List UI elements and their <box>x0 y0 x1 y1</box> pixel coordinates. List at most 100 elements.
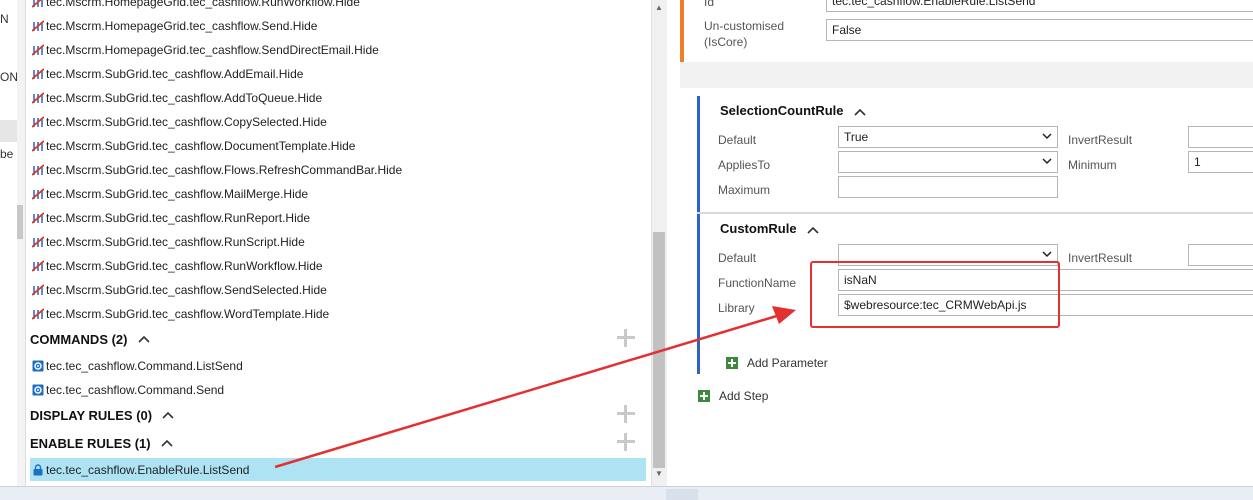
hide-rule-icon <box>32 212 44 224</box>
add-command-button[interactable] <box>617 329 635 347</box>
header-separator <box>680 62 1253 88</box>
uncustomised-select[interactable]: False <box>826 19 1253 41</box>
left-scroll-thumb[interactable] <box>17 205 23 239</box>
lock-icon <box>33 463 43 475</box>
left-fragment: be <box>0 147 14 161</box>
hide-rule-item[interactable]: tec.Mscrm.SubGrid.tec_cashflow.RunReport… <box>32 206 310 230</box>
hide-rule-icon <box>32 68 44 80</box>
hide-rule-item[interactable]: tec.Mscrm.SubGrid.tec_cashflow.Flows.Ref… <box>32 158 402 182</box>
chevron-up-icon[interactable] <box>807 226 819 234</box>
selection-count-rule-card: SelectionCountRule Default True InvertRe… <box>697 96 1253 212</box>
command-item[interactable]: tec.tec_cashflow.Command.Send <box>32 378 224 402</box>
uncustomised-value: False <box>832 23 862 37</box>
add-green-icon <box>726 357 738 369</box>
hide-rule-item[interactable]: tec.Mscrm.SubGrid.tec_cashflow.DocumentT… <box>32 134 355 158</box>
hide-rule-label: tec.Mscrm.HomepageGrid.tec_cashflow.Send… <box>46 19 318 33</box>
id-label: Id <box>704 0 715 9</box>
left-selected-band <box>0 120 17 142</box>
hide-rule-item[interactable]: tec.Mscrm.SubGrid.tec_cashflow.RunWorkfl… <box>32 254 323 278</box>
invert-result-field[interactable] <box>1188 126 1253 148</box>
hide-rule-item[interactable]: tec.Mscrm.HomepageGrid.tec_cashflow.Send… <box>32 14 317 38</box>
command-gear-icon <box>32 360 44 372</box>
enable-rule-item-selected[interactable]: tec.tec_cashflow.EnableRule.ListSend <box>30 458 646 481</box>
rule-header-box: Id tec.tec_cashflow.EnableRule.ListSend … <box>680 0 1253 62</box>
hide-rule-item[interactable]: tec.Mscrm.SubGrid.tec_cashflow.SendSelec… <box>32 278 327 302</box>
hide-rule-icon <box>32 260 44 272</box>
ribbon-tree-panel: tec.Mscrm.HomepageGrid.tec_cashflow.RunW… <box>26 0 650 486</box>
properties-panel: Id tec.tec_cashflow.EnableRule.ListSend … <box>680 0 1253 486</box>
applies-to-select[interactable] <box>838 151 1058 173</box>
minimum-label: Minimum <box>1068 158 1117 172</box>
bottom-tab[interactable] <box>666 489 698 500</box>
id-field[interactable]: tec.tec_cashflow.EnableRule.ListSend <box>826 0 1253 12</box>
custom-invert-result-field[interactable] <box>1188 244 1253 266</box>
hide-rule-icon <box>32 284 44 296</box>
left-panel-strip: N ON be <box>0 0 17 486</box>
default-select[interactable]: True <box>838 126 1058 148</box>
hide-rule-item[interactable]: tec.Mscrm.SubGrid.tec_cashflow.CopySelec… <box>32 110 327 134</box>
chevron-up-icon[interactable] <box>854 108 866 116</box>
hide-rule-label: tec.Mscrm.HomepageGrid.tec_cashflow.Send… <box>46 43 379 57</box>
invert-result-label: InvertResult <box>1068 133 1133 147</box>
hide-rule-item[interactable]: tec.Mscrm.SubGrid.tec_cashflow.AddEmail.… <box>32 62 303 86</box>
hide-rule-icon <box>32 188 44 200</box>
default-label: Default <box>718 133 757 147</box>
command-item-label: tec.tec_cashflow.Command.Send <box>46 383 225 397</box>
panel-splitter[interactable] <box>667 0 680 486</box>
uncustomised-label: Un-customised (IsCore) <box>704 19 785 49</box>
chevron-up-icon[interactable] <box>137 335 150 343</box>
commands-section-header[interactable]: COMMANDS (2) <box>30 327 150 351</box>
hide-rule-item[interactable]: tec.Mscrm.SubGrid.tec_cashflow.RunScript… <box>32 230 305 254</box>
hide-rule-label: tec.Mscrm.SubGrid.tec_cashflow.RunScript… <box>46 235 305 249</box>
enable-rule-item[interactable]: tec.tec_cashflow.EnableRule.ListSend <box>32 458 249 481</box>
hide-rule-label: tec.Mscrm.SubGrid.tec_cashflow.RunWorkfl… <box>46 259 323 273</box>
add-display-rule-button[interactable] <box>617 405 635 423</box>
maximum-label: Maximum <box>718 183 771 197</box>
maximum-field[interactable] <box>838 176 1058 198</box>
command-item-label: tec.tec_cashflow.Command.ListSend <box>46 359 243 373</box>
left-fragment: ON <box>0 70 17 84</box>
hide-rule-icon <box>32 140 44 152</box>
left-scrollbar[interactable] <box>17 0 26 486</box>
tree-scroll-thumb[interactable] <box>653 232 665 468</box>
hide-rule-icon <box>32 0 43 8</box>
library-label: Library <box>718 301 755 315</box>
hide-rule-label: tec.Mscrm.HomepageGrid.tec_cashflow.RunW… <box>46 0 360 9</box>
hide-rule-label: tec.Mscrm.SubGrid.tec_cashflow.DocumentT… <box>46 139 356 153</box>
display-rules-section-header[interactable]: DISPLAY RULES (0) <box>30 403 174 427</box>
chevron-down-icon[interactable] <box>1042 131 1052 141</box>
minimum-field[interactable]: 1 <box>1188 151 1253 173</box>
add-parameter-button[interactable]: Add Parameter <box>726 356 828 370</box>
hide-rule-label: tec.Mscrm.SubGrid.tec_cashflow.SendSelec… <box>46 283 327 297</box>
hide-rule-icon <box>32 92 44 104</box>
invert-result-label: InvertResult <box>1068 251 1133 265</box>
scroll-up-icon[interactable]: ▲ <box>655 3 663 12</box>
hide-rule-label: tec.Mscrm.SubGrid.tec_cashflow.CopySelec… <box>46 115 327 129</box>
annotation-highlight-box <box>810 261 1060 328</box>
chevron-down-icon[interactable] <box>1042 156 1052 166</box>
enable-rules-section-header[interactable]: ENABLE RULES (1) <box>30 431 173 455</box>
add-parameter-label: Add Parameter <box>747 356 828 370</box>
hide-rule-item[interactable]: tec.Mscrm.SubGrid.tec_cashflow.WordTempl… <box>32 302 329 326</box>
default-value: True <box>844 130 869 144</box>
hide-rule-label: tec.Mscrm.SubGrid.tec_cashflow.WordTempl… <box>46 307 330 321</box>
hide-rule-item[interactable]: tec.Mscrm.SubGrid.tec_cashflow.AddToQueu… <box>32 86 322 110</box>
hide-rule-item[interactable]: tec.Mscrm.SubGrid.tec_cashflow.MailMerge… <box>32 182 308 206</box>
hide-rule-item[interactable]: tec.Mscrm.HomepageGrid.tec_cashflow.Send… <box>32 38 379 62</box>
add-enable-rule-button[interactable] <box>617 433 635 451</box>
command-item[interactable]: tec.tec_cashflow.Command.ListSend <box>32 354 243 378</box>
applies-to-label: AppliesTo <box>718 158 771 172</box>
tree-scrollbar[interactable]: ▲ ▼ <box>651 0 667 486</box>
chevron-down-icon[interactable] <box>1042 249 1052 259</box>
add-step-button[interactable]: Add Step <box>698 389 768 403</box>
scroll-down-icon[interactable]: ▼ <box>655 469 663 478</box>
hide-rule-icon <box>32 44 44 56</box>
function-name-label: FunctionName <box>718 276 797 290</box>
enable-rules-section-title: ENABLE RULES (1) <box>30 435 151 451</box>
hide-rule-item[interactable]: tec.Mscrm.HomepageGrid.tec_cashflow.RunW… <box>32 0 360 14</box>
left-fragment: N <box>0 12 9 26</box>
chevron-up-icon[interactable] <box>161 439 173 447</box>
chevron-up-icon[interactable] <box>162 411 174 419</box>
hide-rule-label: tec.Mscrm.SubGrid.tec_cashflow.AddEmail.… <box>46 67 304 81</box>
custom-rule-title: CustomRule <box>720 221 797 236</box>
